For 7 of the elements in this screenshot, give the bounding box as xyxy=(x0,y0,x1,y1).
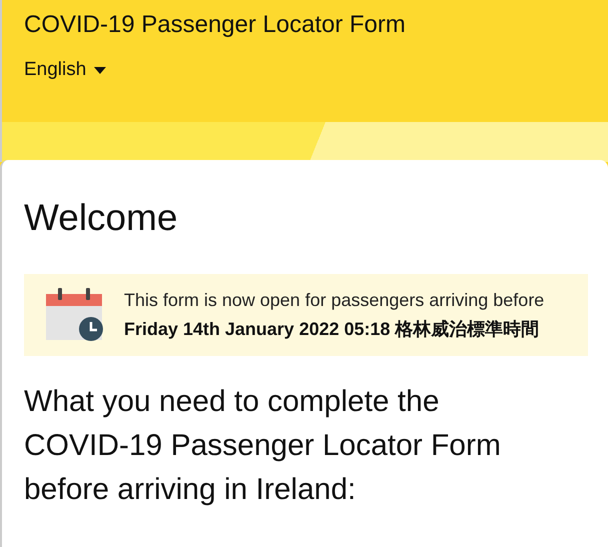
section-heading: What you need to complete the COVID-19 Passenger Locator Form before arriving in Ireland: xyxy=(24,384,502,508)
notice-text: This form is now open for passengers arriving before Friday 14th January 2022 05:18 格林威治標準時間 xyxy=(124,289,546,342)
form-title: COVID-19 Passenger Locator Form xyxy=(24,10,406,40)
caret-icon xyxy=(94,66,106,74)
calendar-clock-icon xyxy=(46,286,104,342)
welcome-heading: Welcome xyxy=(24,196,179,240)
language-dropdown[interactable]: English xyxy=(24,56,106,84)
